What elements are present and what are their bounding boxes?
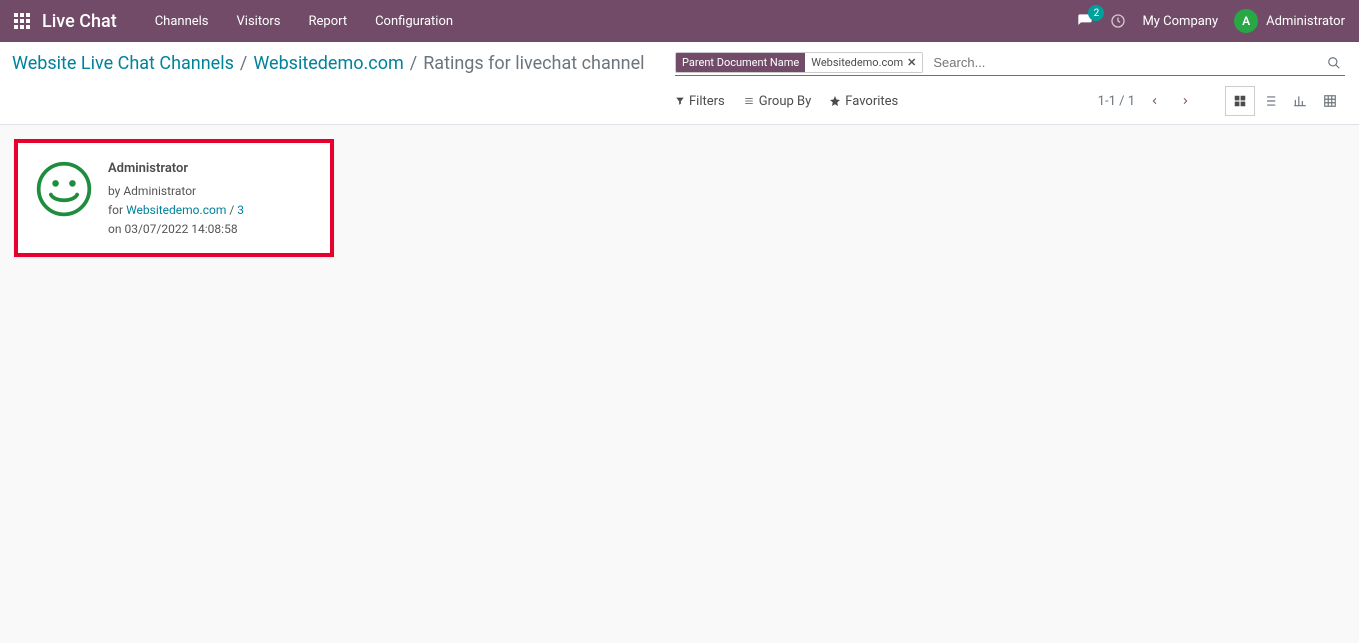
card-by-line: by Administrator [108,182,244,201]
for-link[interactable]: Websitedemo.com [126,203,226,217]
rating-card[interactable]: Administrator by Administrator for Websi… [14,139,334,257]
menu-configuration[interactable]: Configuration [361,2,467,41]
by-name: Administrator [123,184,196,198]
navbar-right: 2 My Company A Administrator [1076,9,1345,33]
pager: 1-1 / 1 [1098,86,1345,116]
search-icon[interactable] [1323,56,1345,70]
favorites-button[interactable]: Favorites [829,94,898,109]
pager-prev[interactable] [1145,91,1165,111]
rating-smiley [34,159,94,219]
chevron-right-icon [1181,95,1189,107]
view-kanban[interactable] [1225,86,1255,116]
avatar: A [1234,9,1258,33]
breadcrumb-link-0[interactable]: Website Live Chat Channels [12,53,234,74]
pager-next[interactable] [1175,91,1195,111]
navbar-menu: Channels Visitors Report Configuration [141,2,467,41]
view-pivot[interactable] [1315,86,1345,116]
facet-value: Websitedemo.com ✕ [805,53,922,72]
search-facet: Parent Document Name Websitedemo.com ✕ [675,52,923,73]
search-bar[interactable]: Parent Document Name Websitedemo.com ✕ [675,50,1345,76]
on-prefix: on [108,222,124,236]
groupby-button[interactable]: Group By [743,94,812,109]
facet-label: Parent Document Name [676,53,805,72]
breadcrumb-sep: / [410,53,417,74]
facet-value-text: Websitedemo.com [811,56,903,69]
card-title: Administrator [108,159,244,180]
list-view-icon [1263,94,1277,108]
breadcrumb: Website Live Chat Channels / Websitedemo… [12,53,645,74]
card-on-line: on 03/07/2022 14:08:58 [108,220,244,239]
star-icon [829,95,841,107]
search-input[interactable] [929,52,1323,73]
messages-badge: 2 [1088,5,1104,21]
menu-report[interactable]: Report [295,2,362,41]
by-prefix: by [108,184,123,198]
user-menu[interactable]: A Administrator [1234,9,1345,33]
graph-icon [1293,94,1307,108]
on-date: 03/07/2022 14:08:58 [124,222,237,236]
kanban-view: Administrator by Administrator for Websi… [0,125,1359,271]
kanban-icon [1233,94,1247,108]
favorites-label: Favorites [845,94,898,109]
apps-launcher[interactable] [14,13,30,29]
for-count[interactable]: 3 [237,203,244,217]
view-graph[interactable] [1285,86,1315,116]
for-prefix: for [108,203,126,217]
pivot-icon [1323,94,1337,108]
card-for-line: for Websitedemo.com / 3 [108,201,244,220]
view-switcher [1225,86,1345,116]
activities-button[interactable] [1110,13,1126,29]
breadcrumb-link-1[interactable]: Websitedemo.com [253,53,403,74]
top-navbar: Live Chat Channels Visitors Report Confi… [0,0,1359,42]
list-icon [743,96,755,106]
filters-label: Filters [689,94,725,109]
messaging-button[interactable]: 2 [1076,13,1094,29]
view-list[interactable] [1255,86,1285,116]
control-panel: Website Live Chat Channels / Websitedemo… [0,42,1359,125]
user-name: Administrator [1266,14,1345,29]
smiley-happy-icon [34,159,94,219]
breadcrumb-current: Ratings for livechat channel [423,53,644,74]
apps-grid-icon [14,13,30,29]
for-sep: / [226,203,237,217]
funnel-icon [675,96,685,106]
menu-visitors[interactable]: Visitors [223,2,295,41]
pager-text: 1-1 / 1 [1098,94,1135,109]
clock-icon [1110,13,1126,29]
company-switcher[interactable]: My Company [1142,14,1218,29]
groupby-label: Group By [759,94,812,109]
filters-button[interactable]: Filters [675,94,725,109]
breadcrumb-sep: / [240,53,247,74]
chevron-left-icon [1151,95,1159,107]
facet-remove-button[interactable]: ✕ [907,56,916,69]
card-body: Administrator by Administrator for Websi… [108,159,244,239]
app-title[interactable]: Live Chat [42,11,117,32]
menu-channels[interactable]: Channels [141,2,223,41]
